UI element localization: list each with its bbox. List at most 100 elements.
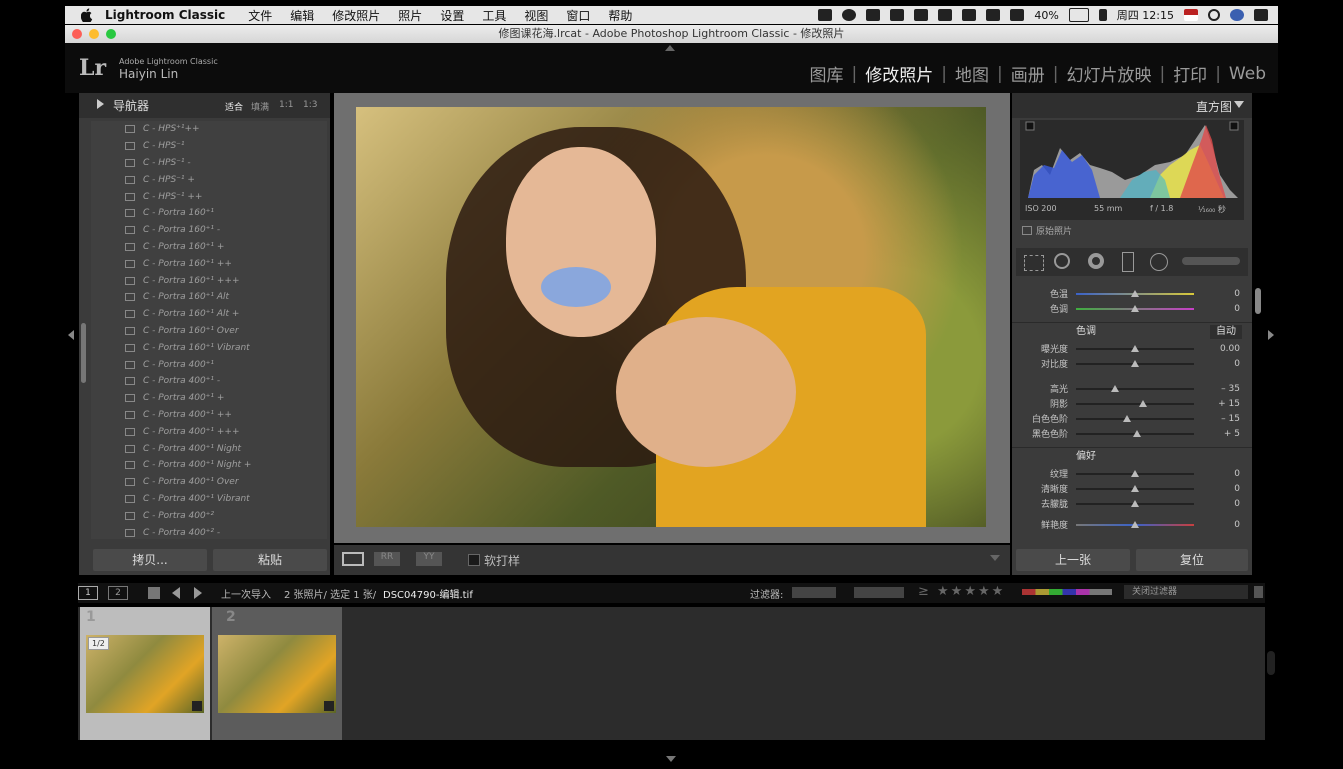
second-window-button[interactable]: 2 bbox=[108, 586, 128, 600]
dropbox-icon[interactable] bbox=[818, 9, 833, 21]
filmstrip-scroll-icon[interactable] bbox=[1267, 651, 1275, 675]
us-flag-icon[interactable] bbox=[1184, 9, 1198, 21]
zoom-1-1[interactable]: 1:1 bbox=[279, 100, 293, 110]
lightning-icon[interactable] bbox=[866, 9, 881, 21]
slider-value[interactable]: 0 bbox=[1194, 359, 1240, 369]
preset-item[interactable]: C - Portra 400⁺¹ Night bbox=[91, 440, 327, 457]
preset-item[interactable]: C - Portra 400⁺¹ + bbox=[91, 390, 327, 407]
module-library[interactable]: 图库 bbox=[810, 61, 844, 86]
checkmark-icon[interactable] bbox=[914, 9, 929, 21]
forward-arrow-icon[interactable] bbox=[194, 587, 202, 599]
battery-percent[interactable]: 40% bbox=[1034, 9, 1058, 22]
filter-preset-select[interactable]: 关闭过滤器 bbox=[1124, 585, 1248, 599]
thumbnail-2[interactable]: 2 bbox=[212, 607, 342, 740]
slider-track[interactable] bbox=[1076, 499, 1194, 507]
collapse-right-panel-icon[interactable] bbox=[1268, 330, 1274, 340]
main-photo[interactable] bbox=[356, 107, 986, 527]
preset-item[interactable]: C - Portra 160⁺¹ Alt bbox=[91, 289, 327, 306]
crop-tool-icon[interactable] bbox=[1024, 255, 1044, 271]
slider-track[interactable] bbox=[1076, 304, 1194, 312]
menu-view[interactable]: 视图 bbox=[524, 7, 548, 24]
play-icon[interactable] bbox=[842, 9, 857, 21]
menu-photo[interactable]: 照片 bbox=[398, 7, 422, 24]
module-print[interactable]: 打印 bbox=[1173, 61, 1207, 86]
preset-item[interactable]: C - Portra 160⁺¹ +++ bbox=[91, 272, 327, 289]
preset-item[interactable]: C - Portra 160⁺¹ ++ bbox=[91, 255, 327, 272]
adjustment-brush-icon[interactable] bbox=[1182, 257, 1240, 265]
slider-value[interactable]: + 5 bbox=[1194, 429, 1240, 439]
toolbar-menu-icon[interactable] bbox=[990, 555, 1000, 561]
siri-icon[interactable] bbox=[1230, 9, 1244, 21]
grid-view-icon[interactable] bbox=[148, 587, 160, 599]
menu-window[interactable]: 窗口 bbox=[566, 7, 590, 24]
menu-tools[interactable]: 工具 bbox=[482, 7, 506, 24]
preset-item[interactable]: C - HPS⁻¹ ++ bbox=[91, 188, 327, 205]
module-book[interactable]: 画册 bbox=[1011, 61, 1045, 86]
slider-knob[interactable] bbox=[1131, 344, 1139, 352]
main-window-button[interactable]: 1 bbox=[78, 586, 98, 600]
previous-button[interactable]: 上一张 bbox=[1016, 549, 1130, 571]
expand-triangle-icon[interactable] bbox=[97, 99, 104, 109]
slider-knob[interactable] bbox=[1131, 520, 1139, 528]
zoom-fit[interactable]: 适合 bbox=[225, 100, 243, 113]
slider-track[interactable] bbox=[1076, 484, 1194, 492]
minimize-window-button[interactable] bbox=[89, 29, 99, 39]
notification-center-icon[interactable] bbox=[1254, 9, 1268, 21]
slider-knob[interactable] bbox=[1133, 429, 1142, 437]
preset-item[interactable]: C - Portra 160⁺¹ Vibrant bbox=[91, 339, 327, 356]
slider-knob[interactable] bbox=[1131, 469, 1139, 477]
preset-item[interactable]: C - Portra 160⁺¹ + bbox=[91, 239, 327, 256]
module-web[interactable]: Web bbox=[1229, 64, 1266, 84]
preset-item[interactable]: C - HPS⁻¹ + bbox=[91, 171, 327, 188]
slider-track[interactable] bbox=[1076, 520, 1194, 528]
zoom-fill[interactable]: 填满 bbox=[251, 100, 269, 113]
monitor-icon[interactable] bbox=[962, 9, 977, 21]
original-photo-checkbox[interactable] bbox=[1022, 226, 1032, 235]
auto-tone-button[interactable]: 自动 bbox=[1210, 325, 1242, 339]
slider-track[interactable] bbox=[1076, 414, 1194, 422]
preset-item[interactable]: C - Portra 400⁺¹ +++ bbox=[91, 423, 327, 440]
slider-track[interactable] bbox=[1076, 344, 1194, 352]
reset-button[interactable]: 复位 bbox=[1136, 549, 1248, 571]
slider-knob[interactable] bbox=[1110, 384, 1119, 392]
slider-knob[interactable] bbox=[1131, 484, 1139, 492]
preset-item[interactable]: C - Portra 400⁺² - bbox=[91, 524, 327, 539]
red-eye-icon[interactable] bbox=[1088, 253, 1104, 269]
slider-value[interactable]: 0 bbox=[1194, 499, 1240, 509]
preset-item[interactable]: C - Portra 400⁺¹ - bbox=[91, 373, 327, 390]
close-window-button[interactable] bbox=[72, 29, 82, 39]
navigator-header[interactable]: 导航器 适合 填满 1:1 1:3 bbox=[79, 93, 330, 118]
preset-item[interactable]: C - Portra 160⁺¹ Alt + bbox=[91, 306, 327, 323]
back-arrow-icon[interactable] bbox=[172, 587, 180, 599]
slider-value[interactable]: 0 bbox=[1194, 289, 1240, 299]
menu-develop[interactable]: 修改照片 bbox=[332, 7, 380, 24]
battery-icon[interactable] bbox=[1068, 8, 1089, 22]
filter-lock-icon[interactable] bbox=[1254, 586, 1263, 598]
copy-settings-button[interactable]: 拷贝... bbox=[93, 549, 207, 571]
zoom-1-3[interactable]: 1:3 bbox=[303, 100, 317, 110]
slider-track[interactable] bbox=[1076, 429, 1194, 437]
left-panel-scrollbar[interactable] bbox=[81, 323, 86, 383]
slider-knob[interactable] bbox=[1131, 304, 1139, 312]
preset-item[interactable]: C - Portra 160⁺¹ - bbox=[91, 222, 327, 239]
preset-item[interactable]: C - Portra 400⁺¹ Vibrant bbox=[91, 491, 327, 508]
preset-item[interactable]: C - Portra 400⁺¹ ++ bbox=[91, 407, 327, 424]
slider-track[interactable] bbox=[1076, 289, 1194, 297]
slider-value[interactable]: 0 bbox=[1194, 469, 1240, 479]
collapse-top-panel-icon[interactable] bbox=[665, 45, 675, 51]
menu-file[interactable]: 文件 bbox=[248, 7, 272, 24]
menu-settings[interactable]: 设置 bbox=[440, 7, 464, 24]
slider-knob[interactable] bbox=[1131, 289, 1139, 297]
slider-knob[interactable] bbox=[1131, 359, 1139, 367]
color-label-filter[interactable] bbox=[1022, 589, 1112, 595]
graduated-filter-icon[interactable] bbox=[1122, 252, 1134, 272]
before-after-ud-icon[interactable]: YY bbox=[416, 552, 442, 566]
preset-item[interactable]: C - HPS⁺¹++ bbox=[91, 121, 327, 138]
slider-value[interactable]: 0.00 bbox=[1194, 344, 1240, 354]
module-map[interactable]: 地图 bbox=[955, 61, 989, 86]
slider-value[interactable]: – 15 bbox=[1194, 414, 1240, 424]
flag-filter-icon[interactable] bbox=[792, 587, 836, 598]
slider-track[interactable] bbox=[1076, 399, 1194, 407]
slider-value[interactable]: 0 bbox=[1194, 304, 1240, 314]
right-panel-scrollbar[interactable] bbox=[1255, 288, 1261, 314]
